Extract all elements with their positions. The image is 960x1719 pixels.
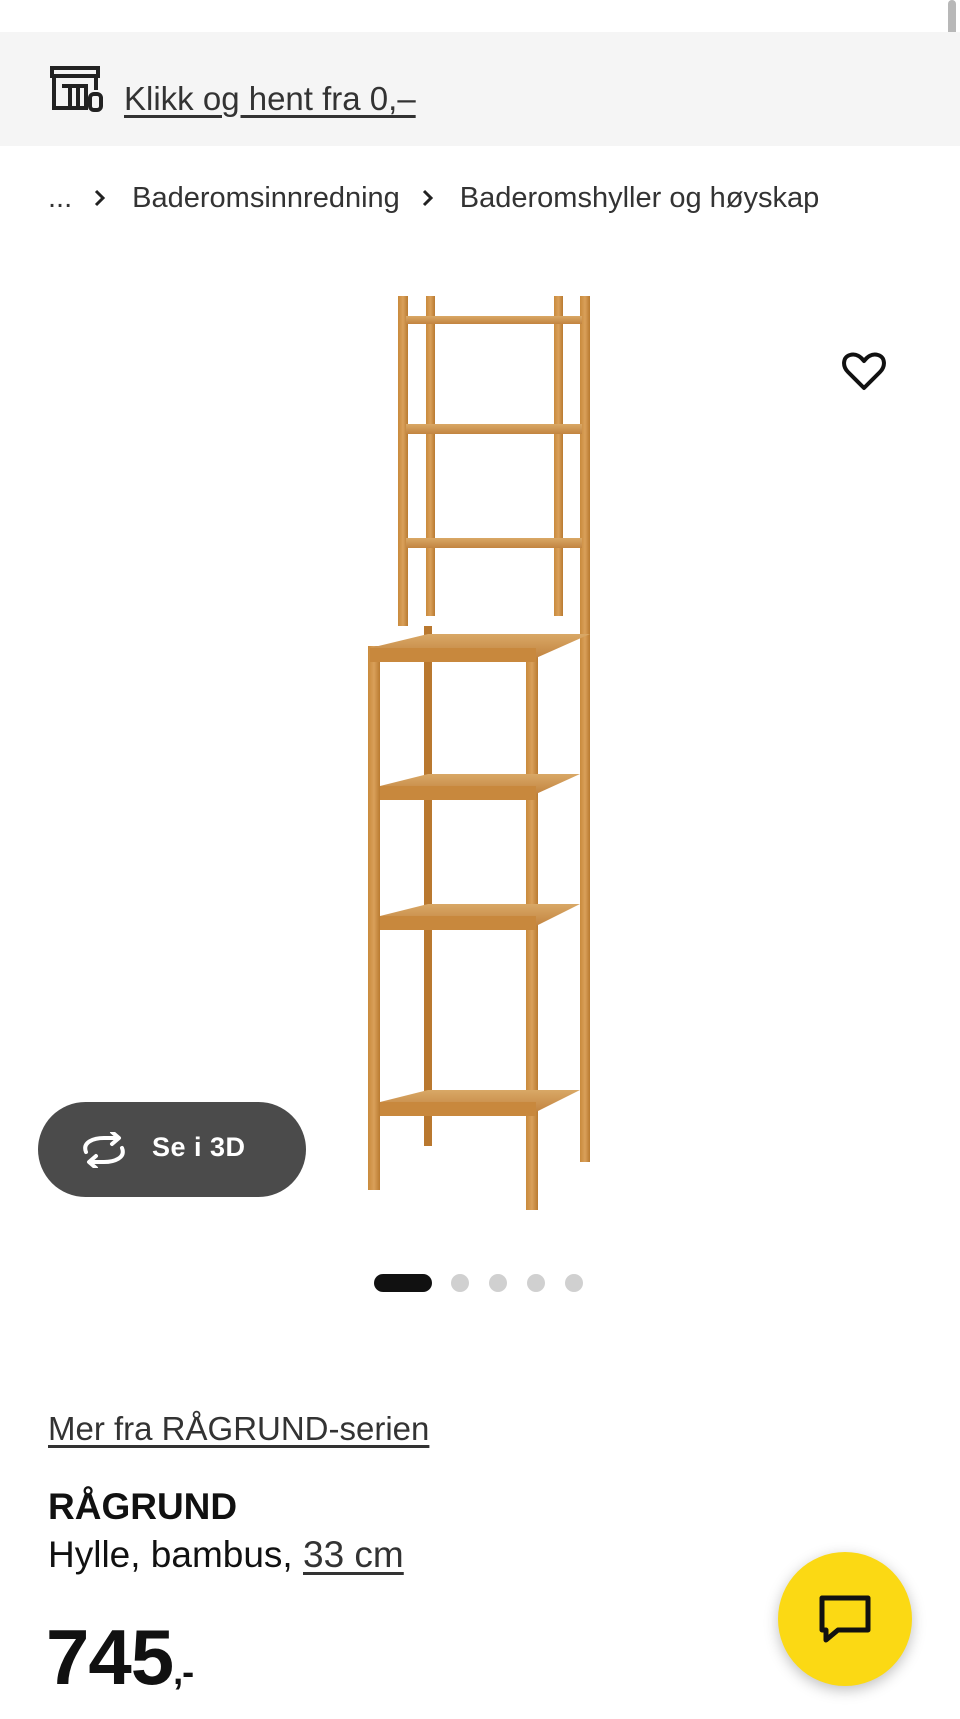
view-in-3d-label: Se i 3D [152, 1132, 246, 1162]
gallery-dot-2[interactable] [451, 1274, 469, 1292]
favorite-button[interactable] [838, 345, 890, 397]
breadcrumb: ... Baderomsinnredning Baderomshyller og… [48, 178, 819, 218]
breadcrumb-item-bathroom-furniture[interactable]: Baderomsinnredning [132, 182, 400, 215]
product-description-text: Hylle, bambus, [48, 1534, 303, 1575]
breadcrumb-item-bathroom-shelves[interactable]: Baderomshyller og høyskap [460, 182, 819, 215]
chat-button[interactable] [778, 1552, 912, 1686]
series-link[interactable]: Mer fra RÅGRUND-serien [48, 1410, 429, 1448]
gallery-dot-3[interactable] [489, 1274, 507, 1292]
promo-bar: Klikk og hent fra 0,– [0, 32, 960, 146]
price-integer: 745 [46, 1613, 174, 1701]
product-image [368, 296, 590, 1210]
chat-icon [819, 1595, 871, 1643]
gallery-pagination [0, 1272, 960, 1292]
view-in-3d-button[interactable]: Se i 3D [38, 1102, 306, 1197]
click-and-collect-link[interactable]: Klikk og hent fra 0,– [124, 80, 416, 118]
product-description: Hylle, bambus, 33 cm [48, 1534, 404, 1576]
gallery-dot-4[interactable] [527, 1274, 545, 1292]
gallery-dot-5[interactable] [565, 1274, 583, 1292]
product-price: 745,- [46, 1612, 194, 1703]
rotate-3d-icon [83, 1132, 125, 1168]
gallery-dot-1[interactable] [374, 1274, 432, 1292]
product-gallery[interactable] [0, 250, 960, 1240]
heart-icon [842, 352, 886, 390]
price-suffix: ,- [173, 1651, 194, 1692]
chevron-right-icon [422, 189, 433, 207]
size-link[interactable]: 33 cm [303, 1534, 404, 1575]
breadcrumb-ellipsis[interactable]: ... [48, 182, 72, 215]
chevron-right-icon [95, 189, 106, 207]
product-name: RÅGRUND [48, 1486, 238, 1527]
store-pickup-icon [50, 66, 103, 112]
